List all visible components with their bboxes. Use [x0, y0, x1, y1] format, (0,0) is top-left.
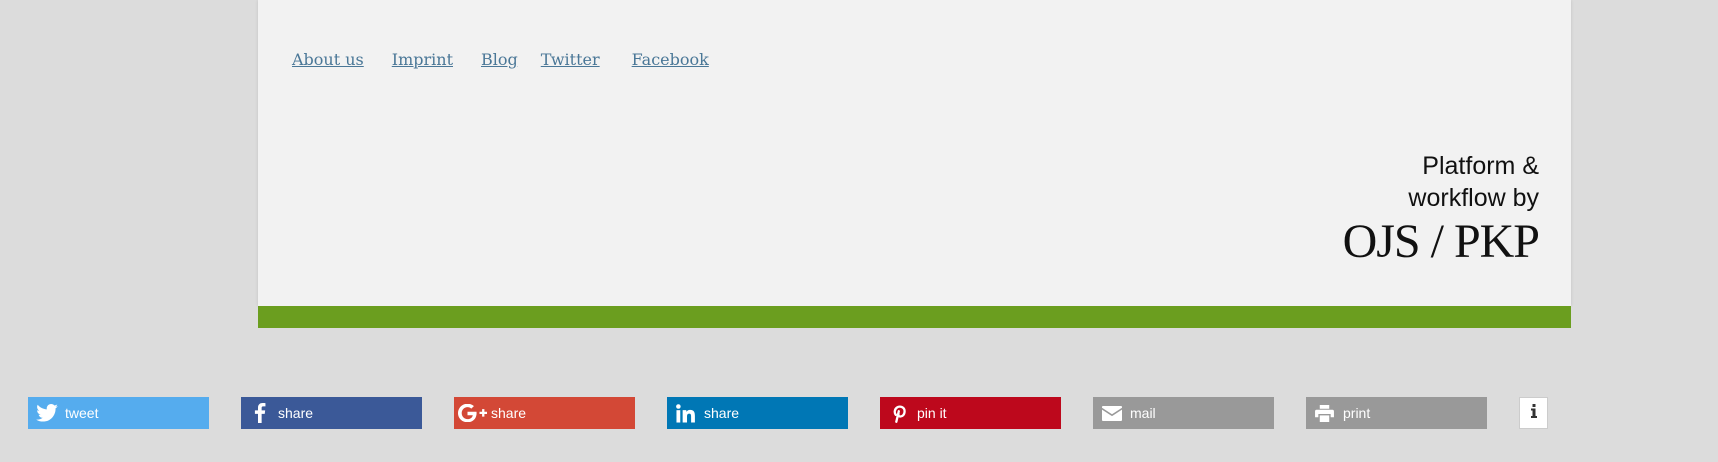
mail-share-button[interactable]: mail	[1093, 397, 1274, 429]
pinterest-pin-button[interactable]: pin it	[880, 397, 1061, 429]
share-info-button[interactable]	[1519, 397, 1548, 429]
linkedin-share-label: share	[704, 405, 740, 421]
facebook-share-label: share	[278, 405, 314, 421]
facebook-share-button[interactable]: share	[241, 397, 422, 429]
footer-accent-bar	[258, 306, 1571, 328]
footer-link-about-us[interactable]: About us	[292, 50, 364, 69]
linkedin-in-icon	[667, 397, 704, 429]
ojs-pkp-logo: OJS / PKP	[1342, 215, 1540, 268]
facebook-f-icon	[241, 397, 278, 429]
brand-line-platform: Platform &	[1422, 152, 1539, 180]
pinterest-p-icon	[880, 397, 917, 429]
ojs-pkp-brand[interactable]: Platform & workflow by OJS / PKP	[1342, 150, 1540, 268]
twitter-bird-icon	[28, 397, 65, 429]
site-footer: About us Imprint Blog Twitter Facebook P…	[258, 0, 1571, 306]
linkedin-share-button[interactable]: share	[667, 397, 848, 429]
footer-nav: About us Imprint Blog Twitter Facebook	[292, 50, 709, 69]
google-plus-icon	[454, 397, 491, 429]
info-icon	[1530, 403, 1537, 423]
tweet-button[interactable]: tweet	[28, 397, 209, 429]
footer-link-facebook[interactable]: Facebook	[632, 50, 709, 69]
tweet-label: tweet	[65, 405, 99, 421]
google-plus-share-label: share	[491, 405, 527, 421]
pinterest-pin-label: pin it	[917, 405, 947, 421]
footer-link-twitter[interactable]: Twitter	[541, 50, 600, 69]
print-button[interactable]: print	[1306, 397, 1487, 429]
footer-link-imprint[interactable]: Imprint	[392, 50, 453, 69]
footer-link-blog[interactable]: Blog	[481, 50, 518, 69]
brand-line-workflow: workflow by	[1408, 184, 1539, 212]
envelope-icon	[1093, 397, 1130, 429]
print-label: print	[1343, 405, 1371, 421]
google-plus-share-button[interactable]: share	[454, 397, 635, 429]
mail-share-label: mail	[1130, 405, 1156, 421]
printer-icon	[1306, 397, 1343, 429]
